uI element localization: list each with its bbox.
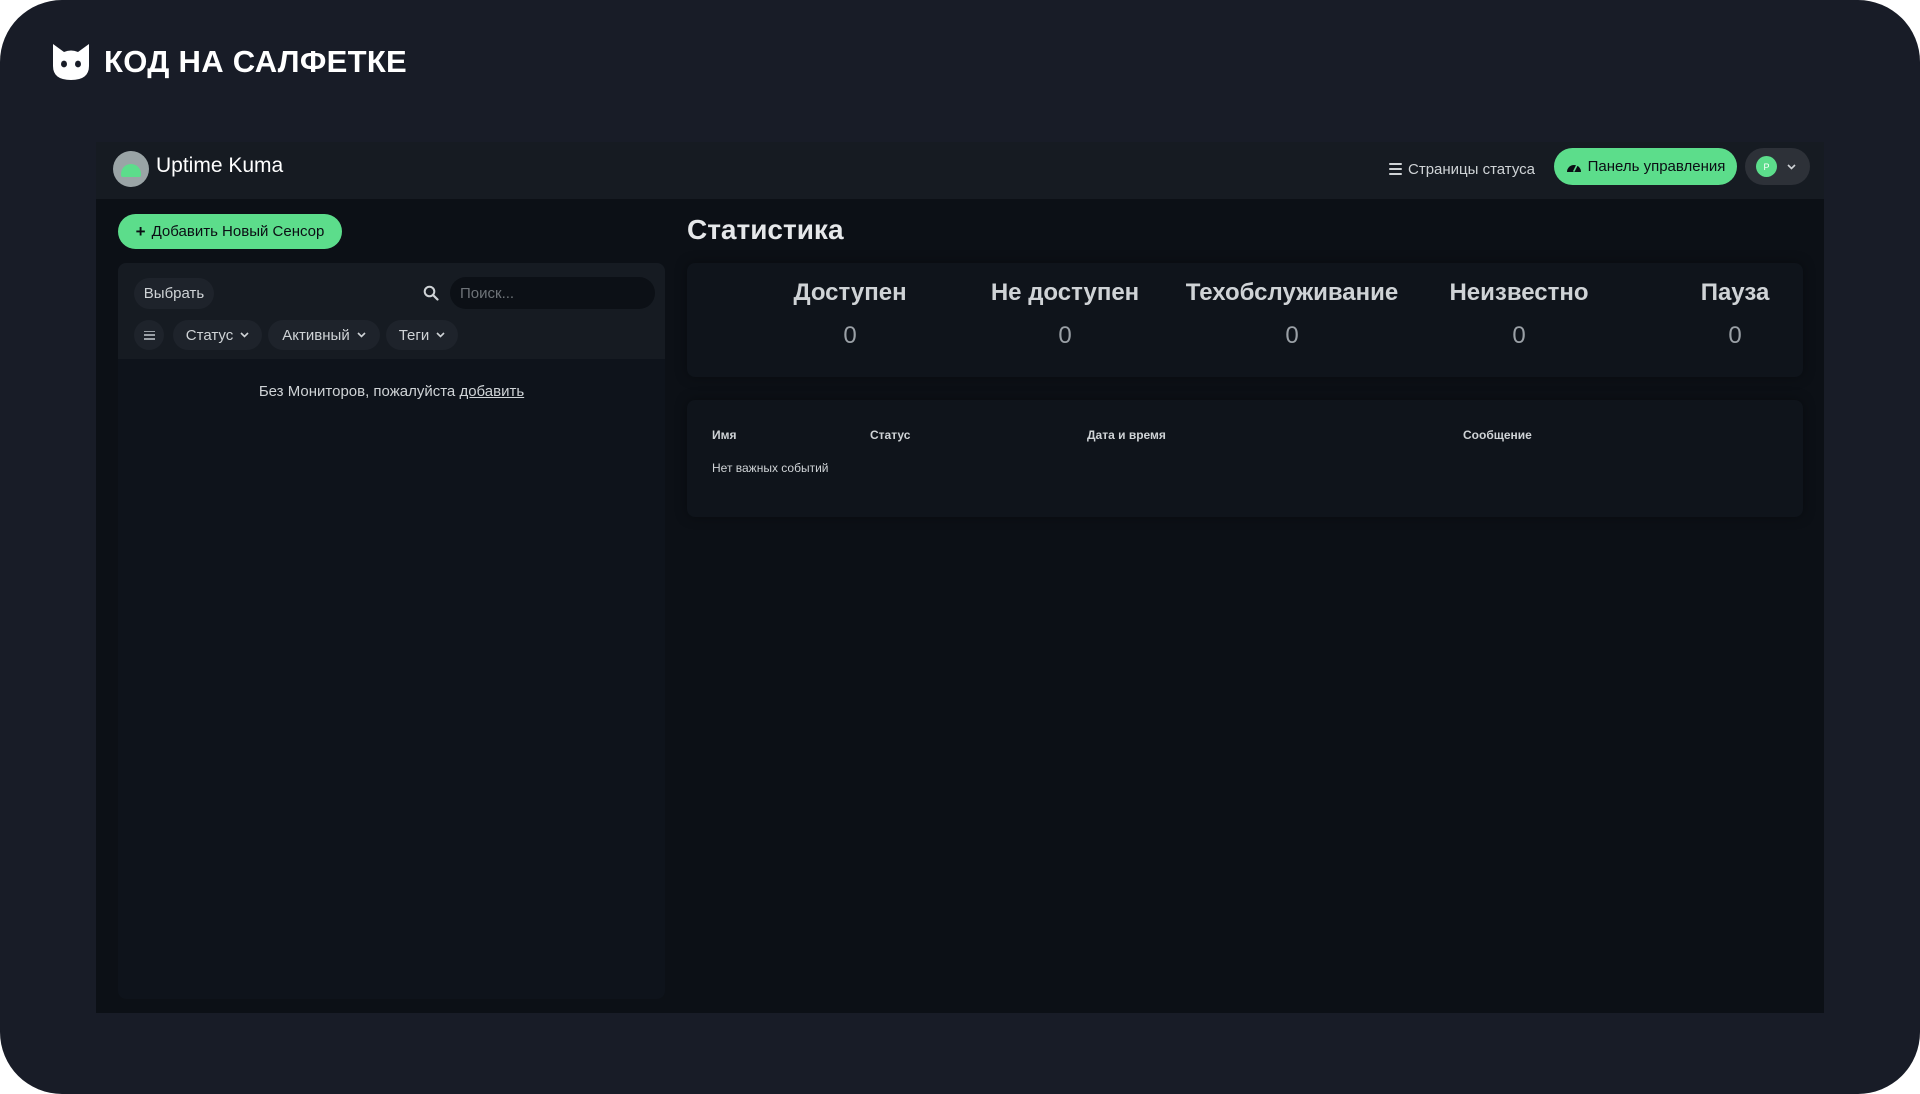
select-button[interactable]: Выбрать (134, 278, 214, 309)
empty-monitor-message: Без Мониторов, пожалуйста добавить (118, 383, 665, 400)
dashboard-label: Панель управления (1587, 158, 1726, 175)
stat-label: Доступен (793, 279, 907, 306)
stat-label: Техобслуживание (1185, 279, 1399, 306)
monitor-list-panel: Выбрать Статус Активный (118, 263, 665, 999)
column-header-status: Статус (870, 428, 911, 442)
stat-unknown: Неизвестно 0 (1409, 279, 1629, 350)
column-header-name: Имя (712, 428, 737, 442)
chevron-down-icon (436, 332, 445, 338)
app-title[interactable]: Uptime Kuma (156, 154, 283, 178)
add-monitor-button[interactable]: + Добавить Новый Сенсор (118, 214, 342, 249)
stat-value: 0 (843, 322, 857, 349)
column-header-message: Сообщение (1463, 428, 1532, 442)
add-monitor-label: Добавить Новый Сенсор (151, 223, 325, 240)
avatar: P (1756, 156, 1777, 177)
no-events-message: Нет важных событий (712, 461, 829, 475)
profile-dropdown[interactable]: P (1745, 148, 1810, 185)
status-pages-label: Страницы статуса (1408, 160, 1536, 178)
chevron-down-icon (1787, 163, 1796, 170)
stat-maintenance: Техобслуживание 0 (1182, 279, 1402, 350)
brand: КОД НА САЛФЕТКЕ (50, 42, 407, 82)
stat-value: 0 (1285, 322, 1299, 349)
stats-card: Доступен 0 Не доступен 0 Техобслуживание… (687, 263, 1803, 377)
chevron-down-icon (240, 332, 249, 338)
stat-label: Не доступен (990, 279, 1140, 306)
important-events-table: Имя Статус Дата и время Сообщение Нет ва… (687, 400, 1803, 517)
top-navbar: Uptime Kuma Страницы статуса Панель упра… (96, 142, 1824, 199)
monitor-list-toolbar: Выбрать Статус Активный (118, 263, 665, 359)
stat-value: 0 (1728, 322, 1742, 349)
active-filter-dropdown[interactable]: Активный (268, 320, 380, 350)
stat-value: 0 (1512, 322, 1526, 349)
stat-down: Не доступен 0 (955, 279, 1175, 350)
add-monitor-link[interactable]: добавить (459, 383, 524, 400)
tags-filter-label: Теги (398, 326, 430, 344)
status-filter-label: Статус (185, 326, 234, 344)
status-pages-link[interactable]: Страницы статуса (1389, 157, 1535, 181)
app-window: Uptime Kuma Страницы статуса Панель упра… (96, 142, 1824, 1013)
stat-paused: Пауза 0 (1625, 279, 1845, 350)
empty-monitor-text: Без Мониторов, пожалуйста (258, 383, 456, 400)
active-filter-label: Активный (282, 326, 350, 344)
brand-name: КОД НА САЛФЕТКЕ (104, 44, 408, 79)
dashboard-button[interactable]: Панель управления (1554, 148, 1737, 185)
page-title: Статистика (687, 214, 844, 245)
plus-icon: + (135, 222, 146, 241)
stat-label: Пауза (1700, 279, 1770, 306)
status-filter-dropdown[interactable]: Статус (173, 320, 262, 350)
filter-toggle-button[interactable] (134, 320, 164, 350)
cat-head-icon (53, 44, 89, 80)
search-icon (423, 285, 439, 301)
column-header-datetime: Дата и время (1087, 428, 1166, 442)
chevron-down-icon (357, 332, 366, 338)
search-input[interactable] (450, 277, 655, 309)
tags-filter-dropdown[interactable]: Теги (386, 320, 458, 350)
screenshot-frame: КОД НА САЛФЕТКЕ Uptime Kuma Страницы ста… (0, 0, 1920, 1094)
stat-label: Неизвестно (1449, 279, 1589, 306)
list-icon (1389, 163, 1402, 175)
filter-icon (143, 330, 155, 340)
stat-up: Доступен 0 (740, 279, 960, 350)
uptime-kuma-logo[interactable] (113, 151, 149, 187)
gauge-icon (1566, 163, 1581, 172)
stat-value: 0 (1058, 322, 1072, 349)
